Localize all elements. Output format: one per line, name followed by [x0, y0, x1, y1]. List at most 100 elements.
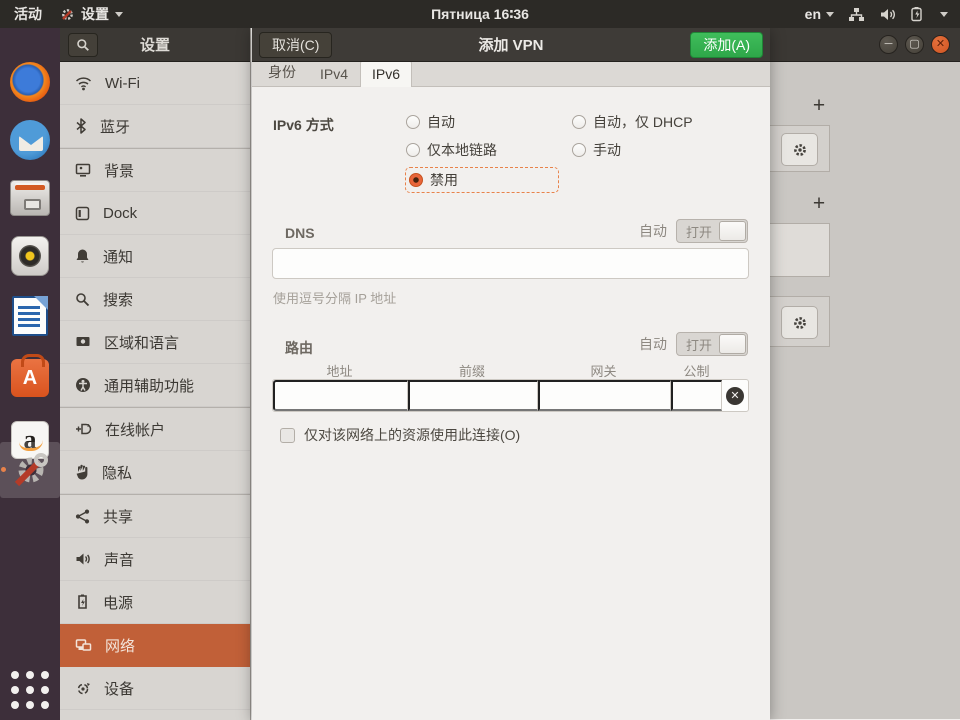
notifications-bell-icon: [75, 248, 90, 264]
radio-checked-icon: [409, 173, 423, 187]
dock-item-rhythmbox[interactable]: [6, 232, 54, 280]
region-language-flag-icon: [75, 335, 91, 349]
vpn-row-fragment: [768, 125, 830, 172]
window-headerbar: ─ ▢ ✕: [770, 28, 960, 62]
universal-access-icon: [75, 377, 91, 393]
sidebar-item-wifi[interactable]: Wi-Fi: [60, 62, 250, 105]
add-vpn-dialog: 取消(C) 添加 VPN 添加(A) 身份 IPv4 IPv6 IPv6 方式 …: [252, 28, 770, 720]
column-header-gateway: 网关: [537, 361, 670, 380]
settings-app-icon: [60, 7, 75, 22]
dock-item-software[interactable]: A: [6, 354, 54, 402]
keyboard-layout-indicator[interactable]: en: [805, 6, 834, 22]
sidebar-item-devices[interactable]: 设备: [60, 667, 250, 710]
rhythmbox-icon: [11, 236, 49, 276]
dock-item-files[interactable]: [6, 174, 54, 222]
dock-item-settings[interactable]: [6, 446, 54, 494]
activities-button[interactable]: 活动: [14, 4, 42, 24]
sidebar-item-region-language[interactable]: 区域和语言: [60, 321, 250, 364]
sidebar-item-online-accounts[interactable]: s 在线帐户: [60, 408, 250, 451]
column-header-metric: 公制: [670, 361, 723, 380]
chevron-down-icon: [115, 12, 123, 17]
minimize-button[interactable]: ─: [879, 35, 898, 54]
sidebar-item-dock[interactable]: Dock: [60, 192, 250, 235]
radio-manual[interactable]: 手动: [572, 140, 732, 160]
app-menu-button[interactable]: 设置: [60, 4, 123, 24]
switch-knob: [719, 334, 746, 354]
volume-icon[interactable]: [879, 7, 896, 22]
column-header-address: 地址: [272, 361, 407, 380]
checkbox-icon: [280, 428, 295, 443]
sidebar-item-search[interactable]: 搜索: [60, 278, 250, 321]
sidebar-item-sharing[interactable]: 共享: [60, 495, 250, 538]
dialog-tabbar: 身份 IPv4 IPv6: [252, 62, 770, 87]
tab-ipv4[interactable]: IPv4: [308, 61, 360, 86]
dns-input[interactable]: [272, 248, 749, 279]
maximize-button[interactable]: ▢: [905, 35, 924, 54]
sidebar-item-universal-access[interactable]: 通用辅助功能: [60, 364, 250, 407]
dock-item-libreoffice[interactable]: [6, 292, 54, 340]
gear-icon: [792, 142, 808, 158]
sidebar-item-label: 隐私: [102, 462, 132, 483]
vpn-options-button[interactable]: [781, 133, 818, 166]
network-icon: [75, 638, 92, 653]
radio-label: 自动: [427, 112, 455, 132]
search-button[interactable]: [68, 33, 98, 57]
ipv6-method-label: IPv6 方式: [273, 112, 406, 192]
sidebar-item-background[interactable]: 背景: [60, 149, 250, 192]
radio-label: 自动，仅 DHCP: [593, 112, 693, 132]
dns-label: DNS: [285, 225, 315, 241]
sidebar-item-bluetooth[interactable]: 蓝牙: [60, 105, 250, 148]
sidebar-item-network[interactable]: 网络: [60, 624, 250, 667]
radio-link-local-only[interactable]: 仅本地链路: [406, 140, 572, 160]
delete-cross-icon: ✕: [726, 387, 744, 405]
battery-icon[interactable]: [910, 7, 926, 22]
privacy-hand-icon: [75, 464, 89, 480]
add-connection-plus-button[interactable]: +: [808, 192, 830, 216]
route-gateway-input[interactable]: [538, 380, 671, 411]
dns-automatic-label: 自动: [639, 221, 667, 241]
routes-automatic-switch[interactable]: 打开: [676, 332, 748, 356]
tab-ipv6[interactable]: IPv6: [360, 61, 412, 87]
sidebar-item-label: 声音: [104, 549, 134, 570]
dock-item-firefox[interactable]: [6, 58, 54, 106]
sidebar-item-label: 背景: [104, 160, 134, 181]
route-prefix-input[interactable]: [408, 380, 538, 411]
dock-icon: [75, 206, 90, 221]
sharing-icon: [75, 509, 90, 524]
use-only-for-network-checkbox[interactable]: 仅对该网络上的资源使用此连接(O): [280, 425, 520, 445]
route-delete-button[interactable]: ✕: [722, 380, 748, 411]
dock: A a: [0, 28, 60, 720]
sidebar-item-label: 网络: [105, 635, 135, 656]
radio-automatic[interactable]: 自动: [406, 112, 572, 132]
add-button[interactable]: 添加(A): [690, 32, 763, 58]
proxy-options-button[interactable]: [781, 306, 818, 339]
add-vpn-plus-button[interactable]: +: [808, 94, 830, 118]
cancel-button[interactable]: 取消(C): [259, 32, 332, 58]
dns-automatic-control: 自动 打开: [639, 219, 748, 243]
sidebar-item-power[interactable]: 电源: [60, 581, 250, 624]
sidebar-item-label: 设备: [104, 678, 134, 699]
radio-automatic-dhcp-only[interactable]: 自动，仅 DHCP: [572, 112, 732, 132]
route-address-input[interactable]: [273, 380, 408, 411]
close-button[interactable]: ✕: [931, 35, 950, 54]
dns-automatic-switch[interactable]: 打开: [676, 219, 748, 243]
routes-table-row: ✕: [272, 379, 749, 412]
sidebar-item-notifications[interactable]: 通知: [60, 235, 250, 278]
system-menu-chevron-icon[interactable]: [940, 12, 948, 17]
route-metric-input[interactable]: [671, 380, 722, 411]
column-header-prefix: 前缀: [407, 361, 537, 380]
sidebar-item-label: 搜索: [103, 289, 133, 310]
dock-item-thunderbird[interactable]: [6, 116, 54, 164]
background-icon: [75, 163, 91, 177]
apps-grid-icon: [11, 671, 49, 709]
routes-automatic-control: 自动 打开: [639, 332, 748, 356]
search-icon: [76, 38, 90, 52]
network-status-icon[interactable]: [848, 7, 865, 22]
show-applications-button[interactable]: [0, 664, 60, 716]
radio-disable[interactable]: 禁用: [406, 168, 558, 192]
sidebar-item-label: 电源: [103, 592, 133, 613]
sidebar-item-sound[interactable]: 声音: [60, 538, 250, 581]
sidebar-item-privacy[interactable]: 隐私: [60, 451, 250, 494]
sidebar-item-label: 在线帐户: [105, 419, 165, 440]
sidebar-item-label: Dock: [103, 205, 137, 222]
